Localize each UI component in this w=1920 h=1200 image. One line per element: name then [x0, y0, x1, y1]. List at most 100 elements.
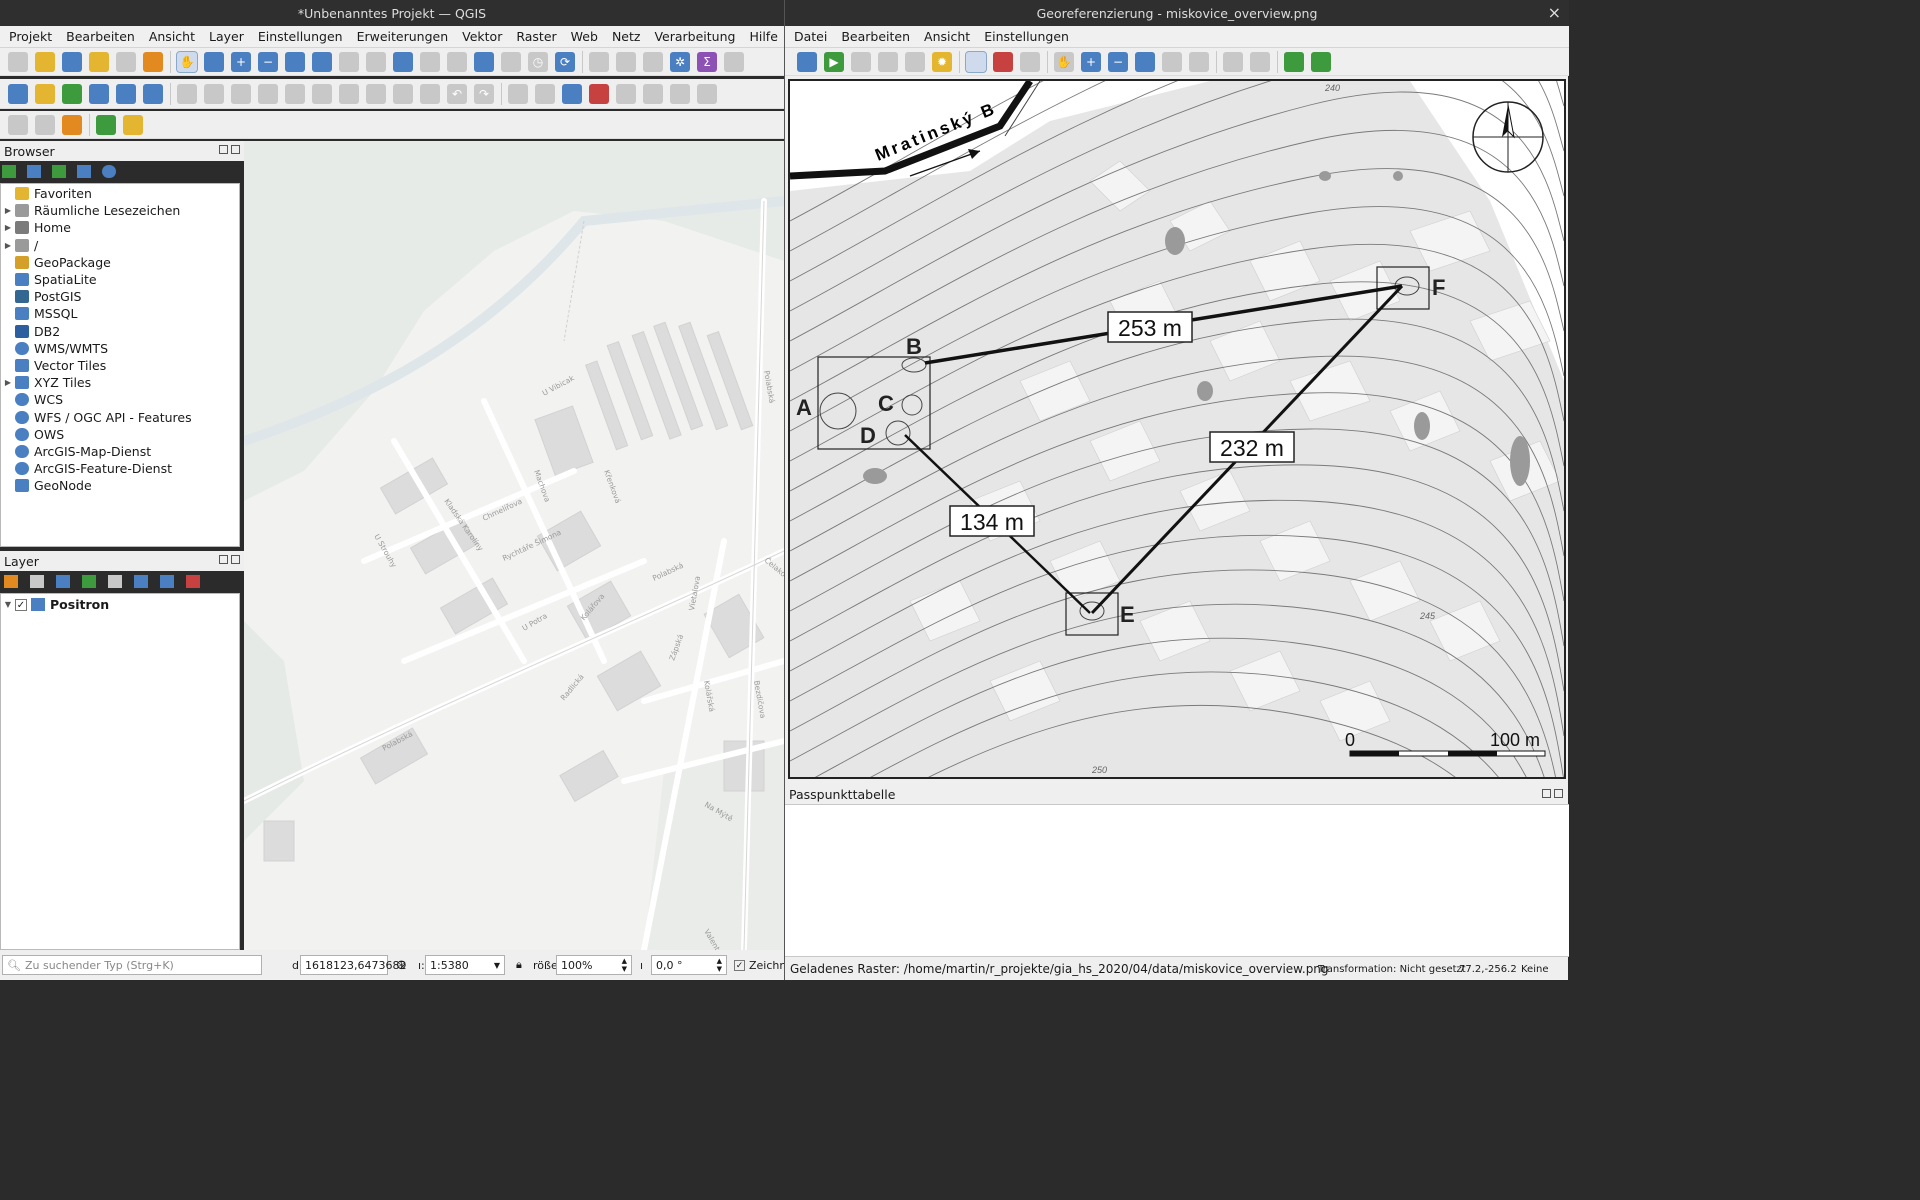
lock-scale-icon[interactable]: 🔒︎ — [516, 958, 522, 972]
measure-icon[interactable] — [724, 51, 744, 72]
plugin-quick-icon[interactable] — [123, 114, 143, 135]
menu-hilfe[interactable]: Hilfe — [742, 29, 784, 44]
processing-toolbox-icon[interactable]: ✲ — [670, 51, 690, 72]
browser-item-favoriten[interactable]: Favoriten — [1, 185, 239, 202]
toggle-editing-icon[interactable] — [204, 83, 224, 104]
georef-menu-bearbeiten[interactable]: Bearbeiten — [834, 29, 917, 44]
digitize-icon[interactable] — [258, 83, 278, 104]
browser-item-wfs-ogc-api-features[interactable]: WFS / OGC API - Features — [1, 408, 239, 425]
style-manager-icon[interactable] — [143, 51, 163, 72]
georef-pan-icon[interactable]: ✋ — [1054, 51, 1074, 72]
layout-manager-icon[interactable] — [89, 51, 109, 72]
browser-item-wcs[interactable]: WCS — [1, 391, 239, 408]
layer-visibility-checkbox[interactable]: ✓ — [15, 598, 27, 611]
browser-item-postgis[interactable]: PostGIS — [1, 288, 239, 305]
rotate-label-icon[interactable] — [697, 83, 717, 104]
data-source-manager-icon[interactable] — [8, 83, 28, 104]
float-panel-icon[interactable] — [219, 145, 228, 154]
menu-ansicht[interactable]: Ansicht — [142, 29, 202, 44]
browser-item-home[interactable]: ▶ Home — [1, 219, 239, 236]
move-label-icon[interactable] — [670, 83, 690, 104]
select-features-icon[interactable] — [8, 114, 28, 135]
georef-zoom-layer-icon[interactable] — [1135, 51, 1155, 72]
remove-layer-icon[interactable] — [186, 574, 200, 588]
magnifier-field[interactable]: 100% ▲ ▼ — [556, 955, 632, 975]
georef-menu-einstellungen[interactable]: Einstellungen — [977, 29, 1076, 44]
close-panel-icon[interactable] — [231, 555, 240, 564]
browser-item-[interactable]: ▶ / — [1, 237, 239, 254]
filter-legend-icon[interactable] — [82, 574, 96, 588]
select-by-value-icon[interactable] — [35, 114, 55, 135]
georef-zoom-out-icon[interactable]: − — [1108, 51, 1128, 72]
open-project-icon[interactable] — [35, 51, 55, 72]
menu-netz[interactable]: Netz — [605, 29, 648, 44]
menu-vektor[interactable]: Vektor — [455, 29, 509, 44]
plugin-search-icon[interactable] — [96, 114, 116, 135]
zoom-in-icon[interactable]: + — [231, 51, 251, 72]
zoom-layer-icon[interactable] — [339, 51, 359, 72]
new-bookmark-icon[interactable] — [474, 51, 494, 72]
transformation-settings-icon[interactable]: ✹ — [932, 51, 952, 72]
pin-labels-icon[interactable] — [616, 83, 636, 104]
edit-pencil-icon[interactable] — [177, 83, 197, 104]
cut-features-icon[interactable] — [366, 83, 386, 104]
zoom-selection-icon[interactable] — [312, 51, 332, 72]
georef-menu-datei[interactable]: Datei — [787, 29, 834, 44]
collapse-all-icon[interactable] — [77, 164, 91, 178]
properties-info-icon[interactable] — [102, 164, 116, 178]
copy-features-icon[interactable] — [393, 83, 413, 104]
zoom-last-icon[interactable] — [393, 51, 413, 72]
label-abc-icon[interactable] — [589, 83, 609, 104]
close-panel-icon[interactable] — [231, 145, 240, 154]
close-panel-icon[interactable] — [1554, 789, 1563, 798]
expand-arrow-icon[interactable]: ▶ — [1, 223, 15, 232]
browser-item-geonode[interactable]: GeoNode — [1, 477, 239, 494]
browser-item-spatialite[interactable]: SpatiaLite — [1, 271, 239, 288]
paste-features-icon[interactable] — [420, 83, 440, 104]
locator-search[interactable]: 🔍︎ Zu suchender Typ (Strg+K) — [2, 955, 262, 975]
georef-zoom-in-icon[interactable]: + — [1081, 51, 1101, 72]
browser-item-wms-wmts[interactable]: WMS/WMTS — [1, 340, 239, 357]
expand-arrow-icon[interactable]: ▶ — [1, 241, 15, 250]
zoom-next-icon[interactable] — [420, 51, 440, 72]
gcp-table[interactable] — [785, 804, 1569, 957]
spin-arrows-icon[interactable]: ▲ ▼ — [717, 957, 722, 973]
browser-item-arcgis-feature-dienst[interactable]: ArcGIS-Feature-Dienst — [1, 460, 239, 477]
generate-gdal-script-icon[interactable] — [851, 51, 871, 72]
identify-icon[interactable] — [589, 51, 609, 72]
pan-icon[interactable]: ✋ — [176, 50, 198, 73]
manage-map-themes-icon[interactable] — [56, 574, 70, 588]
browser-item-mssql[interactable]: MSSQL — [1, 305, 239, 322]
label-tool-icon[interactable] — [508, 83, 528, 104]
field-calculator-icon[interactable] — [643, 51, 663, 72]
open-raster-icon[interactable] — [797, 51, 817, 72]
menu-einstellungen[interactable]: Einstellungen — [251, 29, 350, 44]
layer-styling-icon[interactable] — [4, 574, 18, 588]
new-virtual-layer-icon[interactable] — [143, 83, 163, 104]
statistics-icon[interactable]: Σ — [697, 51, 717, 72]
save-gcp-icon[interactable] — [905, 51, 925, 72]
float-panel-icon[interactable] — [1542, 789, 1551, 798]
link-georef-icon[interactable] — [1223, 51, 1243, 72]
new-temp-layer-icon[interactable] — [116, 83, 136, 104]
show-bookmarks-icon[interactable] — [501, 51, 521, 72]
float-panel-icon[interactable] — [219, 555, 228, 564]
menu-raster[interactable]: Raster — [509, 29, 563, 44]
scale-field[interactable]: 1:5380 ▼ — [425, 955, 505, 975]
browser-item-räumliche-lesezeichen[interactable]: ▶ Räumliche Lesezeichen — [1, 202, 239, 219]
new-project-icon[interactable] — [8, 51, 28, 72]
move-gcp-icon[interactable] — [1020, 51, 1040, 72]
menu-bearbeiten[interactable]: Bearbeiten — [59, 29, 142, 44]
browser-item-db2[interactable]: DB2 — [1, 323, 239, 340]
expand-arrow-icon[interactable]: ▶ — [1, 378, 15, 387]
zoom-out-icon[interactable]: − — [258, 51, 278, 72]
add-group-icon[interactable] — [30, 574, 44, 588]
expand-arrow-icon[interactable]: ▼ — [1, 600, 15, 609]
new-map-view-icon[interactable] — [447, 51, 467, 72]
toggle-extents-icon[interactable]: ⊛ — [396, 958, 407, 973]
menu-web[interactable]: Web — [564, 29, 605, 44]
save-project-icon[interactable] — [62, 51, 82, 72]
add-point-icon[interactable] — [965, 50, 987, 73]
browser-item-geopackage[interactable]: GeoPackage — [1, 254, 239, 271]
georef-zoom-last-icon[interactable] — [1162, 51, 1182, 72]
